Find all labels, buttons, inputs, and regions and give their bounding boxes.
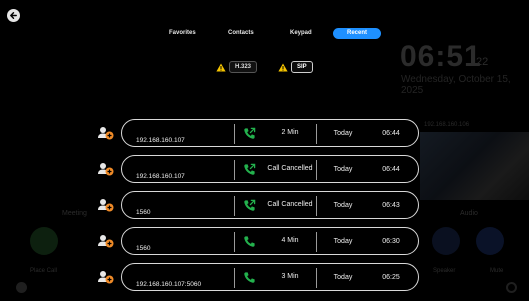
call-time: 06:30 bbox=[382, 237, 400, 245]
add-contact-button[interactable] bbox=[98, 162, 114, 176]
outgoing-call-icon bbox=[243, 127, 255, 139]
call-duration: 4 Min bbox=[281, 237, 299, 244]
outgoing-call-icon bbox=[243, 163, 255, 175]
call-day: Today bbox=[333, 165, 353, 173]
background-speaker-button bbox=[432, 227, 460, 255]
background-mute-button bbox=[476, 227, 504, 255]
call-address: 192.168.160.107:5060 bbox=[136, 280, 202, 288]
divider bbox=[316, 232, 317, 252]
call-time: 06:25 bbox=[382, 273, 400, 281]
background-right-caption-2: Mute bbox=[490, 268, 504, 274]
call-address: 1560 bbox=[136, 244, 151, 252]
call-history-row[interactable]: 1560 Call Cancelled Today 06:43 bbox=[121, 191, 419, 219]
call-time: 06:43 bbox=[382, 201, 400, 209]
warning-icon bbox=[278, 63, 288, 71]
call-duration: 3 Min bbox=[281, 273, 299, 280]
background-meeting-label: Meeting bbox=[62, 210, 87, 217]
add-contact-icon bbox=[98, 127, 114, 140]
background-ip: 192.168.160.106 bbox=[424, 122, 470, 128]
background-date: Wednesday, October 15, 2025 bbox=[401, 74, 511, 96]
background-clock: 06:51 bbox=[400, 40, 482, 73]
call-button[interactable] bbox=[234, 192, 264, 218]
protocol-h323[interactable]: H.323 bbox=[216, 61, 258, 73]
protocol-sip[interactable]: SIP bbox=[278, 61, 313, 73]
tab-contacts[interactable]: Contacts bbox=[228, 28, 254, 39]
tab-keypad[interactable]: Keypad bbox=[290, 28, 312, 39]
call-day: Today bbox=[333, 237, 353, 245]
protocol-sip-label: SIP bbox=[291, 61, 313, 73]
call-history-row[interactable]: 192.168.160.107 2 Min Today 06:44 bbox=[121, 119, 419, 147]
call-duration: Call Cancelled bbox=[267, 201, 313, 208]
divider bbox=[316, 196, 317, 216]
call-address: 192.168.160.107 bbox=[136, 172, 185, 180]
call-duration: 2 Min bbox=[281, 129, 299, 136]
background-left-caption: Place Call bbox=[30, 268, 58, 274]
call-history-row[interactable]: 192.168.160.107:5060 3 Min Today 06:25 bbox=[121, 263, 419, 291]
call-time: 06:44 bbox=[382, 165, 400, 173]
add-contact-button[interactable] bbox=[98, 270, 114, 284]
warning-icon bbox=[216, 63, 226, 71]
call-history-row[interactable]: 192.168.160.107 Call Cancelled Today 06:44 bbox=[121, 155, 419, 183]
protocol-h323-label: H.323 bbox=[229, 61, 258, 73]
settings-icon bbox=[506, 282, 517, 293]
call-day: Today bbox=[333, 201, 353, 209]
call-day: Today bbox=[333, 273, 353, 281]
add-contact-button[interactable] bbox=[98, 234, 114, 248]
background-audio-label: Audio bbox=[460, 210, 478, 217]
phone-icon bbox=[243, 235, 255, 247]
background-seconds: 22 bbox=[476, 56, 489, 68]
add-contact-icon bbox=[98, 163, 114, 176]
outgoing-call-icon bbox=[243, 199, 255, 211]
divider bbox=[316, 268, 317, 288]
call-button[interactable] bbox=[234, 228, 264, 254]
add-contact-icon bbox=[98, 271, 114, 284]
add-contact-button[interactable] bbox=[98, 198, 114, 212]
call-button[interactable] bbox=[234, 156, 264, 182]
back-arrow-icon bbox=[10, 12, 17, 19]
background-right-caption-1: Speaker bbox=[433, 268, 456, 274]
call-address: 1560 bbox=[136, 208, 151, 216]
tab-favorites[interactable]: Favorites bbox=[169, 28, 196, 39]
call-button[interactable] bbox=[234, 120, 264, 146]
call-duration: Call Cancelled bbox=[267, 165, 313, 172]
phone-icon bbox=[243, 271, 255, 283]
background-video-preview bbox=[420, 132, 529, 200]
add-contact-icon bbox=[98, 235, 114, 248]
call-time: 06:44 bbox=[382, 129, 400, 137]
call-day: Today bbox=[333, 129, 353, 137]
info-icon bbox=[16, 282, 27, 293]
tab-recent[interactable]: Recent bbox=[333, 28, 382, 39]
add-contact-button[interactable] bbox=[98, 126, 114, 140]
divider bbox=[316, 124, 317, 144]
call-history-row[interactable]: 1560 4 Min Today 06:30 bbox=[121, 227, 419, 255]
call-button[interactable] bbox=[234, 264, 264, 290]
divider bbox=[316, 160, 317, 180]
add-contact-icon bbox=[98, 199, 114, 212]
call-address: 192.168.160.107 bbox=[136, 136, 185, 144]
background-call-button bbox=[30, 227, 58, 255]
back-button[interactable] bbox=[7, 9, 20, 22]
